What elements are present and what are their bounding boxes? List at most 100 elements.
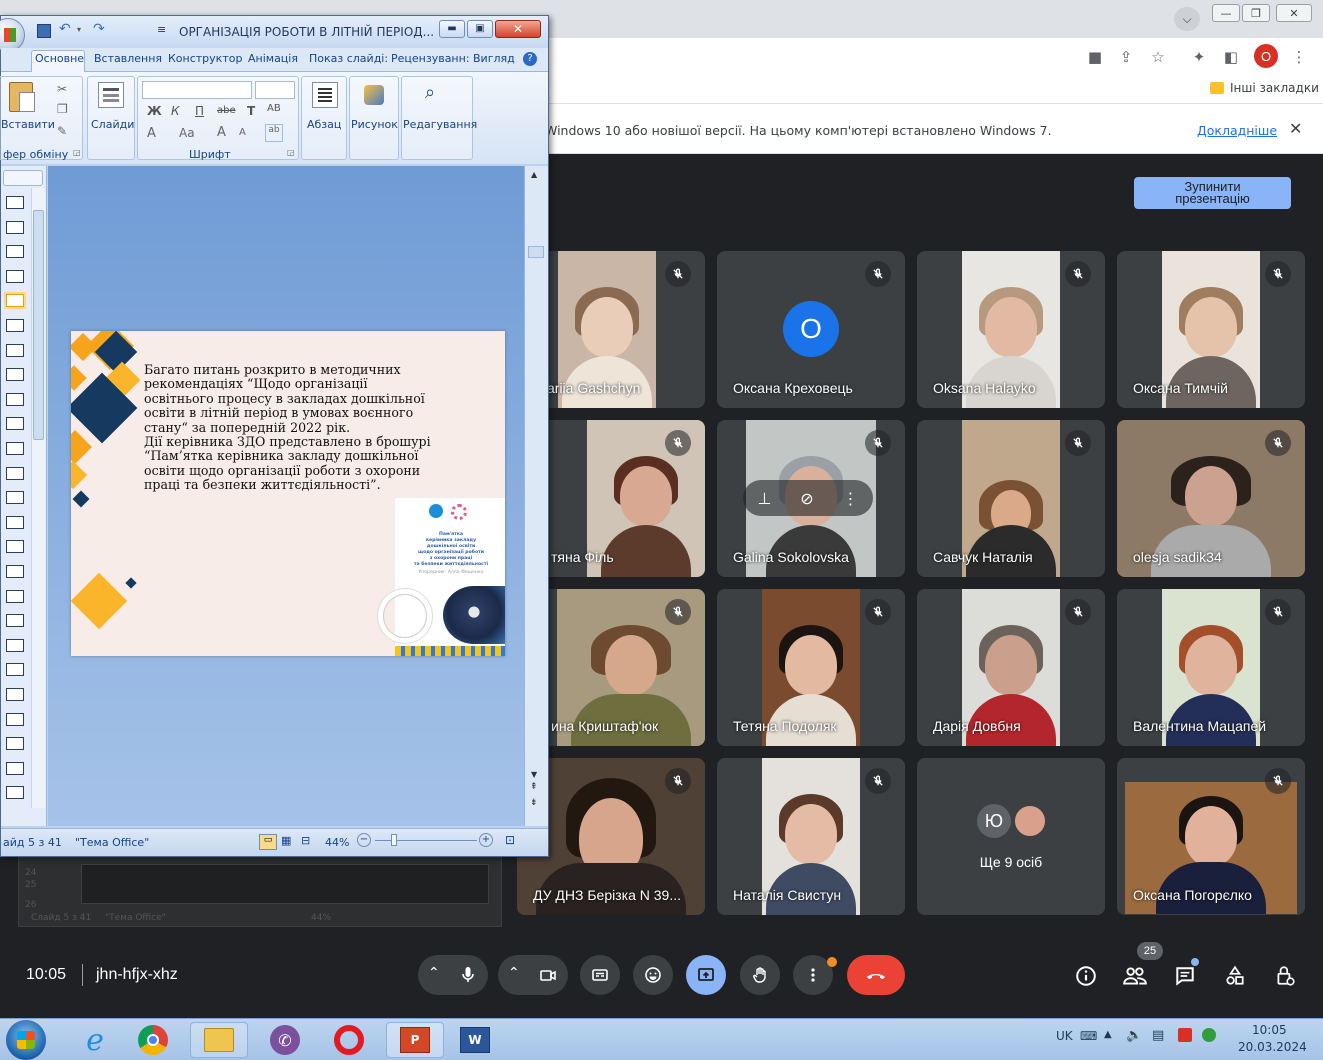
participant-tile[interactable]: Савчук Наталія <box>917 420 1105 577</box>
help-icon[interactable]: ? <box>523 52 537 66</box>
more-options-icon[interactable]: ⋮ <box>843 489 859 508</box>
ppt-minimize-button[interactable]: ▬ <box>439 20 465 38</box>
slide-thumbnail[interactable] <box>6 269 24 283</box>
other-bookmarks[interactable]: Інші закладки <box>1210 81 1319 95</box>
current-slide[interactable]: Багато питань розкрито в методичних реко… <box>71 331 505 656</box>
side-panel-icon[interactable]: ◧ <box>1220 46 1242 68</box>
save-icon[interactable] <box>37 24 51 38</box>
slide-thumbnail[interactable] <box>6 491 24 505</box>
participant-tile[interactable]: olesja sadik34 <box>1117 420 1305 577</box>
slide-thumbnail[interactable] <box>6 319 24 332</box>
network-icon[interactable]: ▤ <box>1152 1028 1164 1043</box>
host-controls-button[interactable] <box>1271 962 1299 990</box>
minimize-button[interactable]: — <box>1212 4 1240 22</box>
close-icon[interactable]: ✕ <box>1289 119 1302 138</box>
leave-call-button[interactable] <box>847 955 905 995</box>
zoom-slider[interactable] <box>375 834 477 846</box>
copy-icon[interactable]: ❐ <box>57 102 68 116</box>
strikethrough-button[interactable]: abe <box>217 105 236 116</box>
chevron-up-icon[interactable]: ⌃ <box>508 965 520 981</box>
pin-icon[interactable]: ⊥ <box>757 489 771 508</box>
show-hidden-icons[interactable]: ▲ <box>1104 1029 1112 1040</box>
participant-tile[interactable]: Валентина Мацапей <box>1117 589 1305 746</box>
tab-design[interactable]: Конструктор <box>168 52 242 65</box>
slide-thumbnail[interactable] <box>6 368 24 382</box>
tab-search-button[interactable]: ⌵ <box>1174 7 1200 31</box>
slide-thumbnail[interactable] <box>6 663 24 677</box>
change-case-button[interactable]: Aa <box>179 126 195 140</box>
taskbar-viber[interactable]: ✆ <box>256 1022 314 1058</box>
dialog-launcher-icon[interactable]: ◲ <box>73 148 81 157</box>
dropdown-arrow-icon[interactable]: ▾ <box>77 25 81 34</box>
taskbar-explorer[interactable] <box>190 1022 248 1058</box>
share-icon[interactable]: ⇪ <box>1115 46 1137 68</box>
slide-thumbnail[interactable] <box>6 417 24 431</box>
normal-view-icon[interactable]: ▭ <box>259 834 277 850</box>
paste-label[interactable]: Вставити <box>1 118 55 131</box>
zoom-in-icon[interactable]: + <box>479 833 493 847</box>
taskbar-word[interactable]: W <box>446 1022 504 1058</box>
tab-home-label[interactable]: Основне <box>35 52 84 65</box>
taskbar-opera[interactable] <box>320 1022 378 1058</box>
format-painter-icon[interactable]: ✎ <box>57 124 67 138</box>
sorter-view-icon[interactable]: ▦ <box>281 834 291 847</box>
taskbar-powerpoint[interactable]: P <box>386 1022 444 1058</box>
next-slide-icon[interactable]: ⇟ <box>530 798 538 808</box>
taskbar-ie[interactable]: e <box>66 1022 124 1058</box>
grow-font-button[interactable]: A <box>217 125 226 140</box>
office-button[interactable] <box>0 18 25 52</box>
customize-toolbar-icon[interactable]: ≡ <box>157 23 166 36</box>
ppt-close-button[interactable]: ✕ <box>495 20 541 38</box>
slide-thumbnail[interactable] <box>6 442 24 455</box>
slide-thumbnail[interactable] <box>6 343 24 357</box>
participant-tile[interactable]: О Оксана Креховець <box>717 251 905 408</box>
scroll-thumb[interactable] <box>528 246 544 258</box>
clock-date[interactable]: 20.03.2024 <box>1238 1040 1307 1054</box>
stop-presenting-button[interactable]: Зупинити презентацію <box>1134 177 1291 209</box>
scroll-down-icon[interactable]: ▼ <box>531 770 537 779</box>
extensions-icon[interactable]: ✦ <box>1188 46 1210 68</box>
slide-thumbnail[interactable] <box>6 565 24 578</box>
tab-review[interactable]: Рецензуванн: <box>391 52 470 65</box>
underline-button[interactable]: П <box>195 104 204 118</box>
tab-animations[interactable]: Анімація <box>248 52 298 65</box>
participant-tile[interactable]: Оксана Тимчій <box>1117 251 1305 408</box>
italic-button[interactable]: К <box>171 104 180 118</box>
slide-body-text[interactable]: Багато питань розкрито в методичних реко… <box>144 362 444 493</box>
redo-icon[interactable]: ↷ <box>93 21 105 37</box>
bold-button[interactable]: Ж <box>147 104 162 118</box>
slide-thumbnail[interactable] <box>6 540 24 554</box>
participant-tile[interactable]: Тетяна Подоляк <box>717 589 905 746</box>
slides-label[interactable]: Слайди <box>91 118 134 131</box>
emoji-button[interactable] <box>633 955 673 995</box>
slide-thumbnail[interactable] <box>6 712 24 726</box>
meeting-details-button[interactable] <box>1072 962 1100 990</box>
slide-thumbnail[interactable] <box>6 786 24 800</box>
slide-thumbnail[interactable] <box>6 245 24 259</box>
learn-more-link[interactable]: Докладніше <box>1197 123 1277 138</box>
tab-insert[interactable]: Вставлення <box>94 52 162 65</box>
participant-tile[interactable]: ⊥ ⊘ ⋮ Galina Sokolovska <box>717 420 905 577</box>
input-language[interactable]: UK <box>1056 1029 1073 1043</box>
font-color-button[interactable]: A <box>147 126 156 141</box>
outline-tab[interactable] <box>3 170 43 186</box>
binoculars-icon[interactable]: ⌕ <box>425 82 435 103</box>
new-slide-button[interactable] <box>98 82 124 108</box>
camera-button[interactable] <box>528 955 568 995</box>
restore-button[interactable]: ❐ <box>1242 4 1270 22</box>
zoom-slider-thumb[interactable] <box>391 834 397 846</box>
mute-icon[interactable]: ⊘ <box>800 489 813 508</box>
scroll-up-icon[interactable]: ▲ <box>531 170 537 179</box>
slide-thumbnail[interactable] <box>6 515 24 529</box>
panel-scrollbar[interactable] <box>31 188 45 808</box>
close-button[interactable]: ✕ <box>1276 4 1312 22</box>
paste-button[interactable] <box>7 80 37 114</box>
dialog-launcher-icon[interactable]: ◲ <box>287 148 295 157</box>
slide-thumbnail[interactable] <box>6 688 24 701</box>
participant-tile[interactable]: Oksana Halayko <box>917 251 1105 408</box>
slide-thumbnail[interactable] <box>6 589 24 603</box>
char-spacing-button[interactable]: AB <box>267 103 281 114</box>
shrink-font-button[interactable]: A <box>239 127 246 138</box>
slide-thumbnail[interactable] <box>6 466 24 480</box>
paragraph-label[interactable]: Абзац <box>307 118 341 131</box>
